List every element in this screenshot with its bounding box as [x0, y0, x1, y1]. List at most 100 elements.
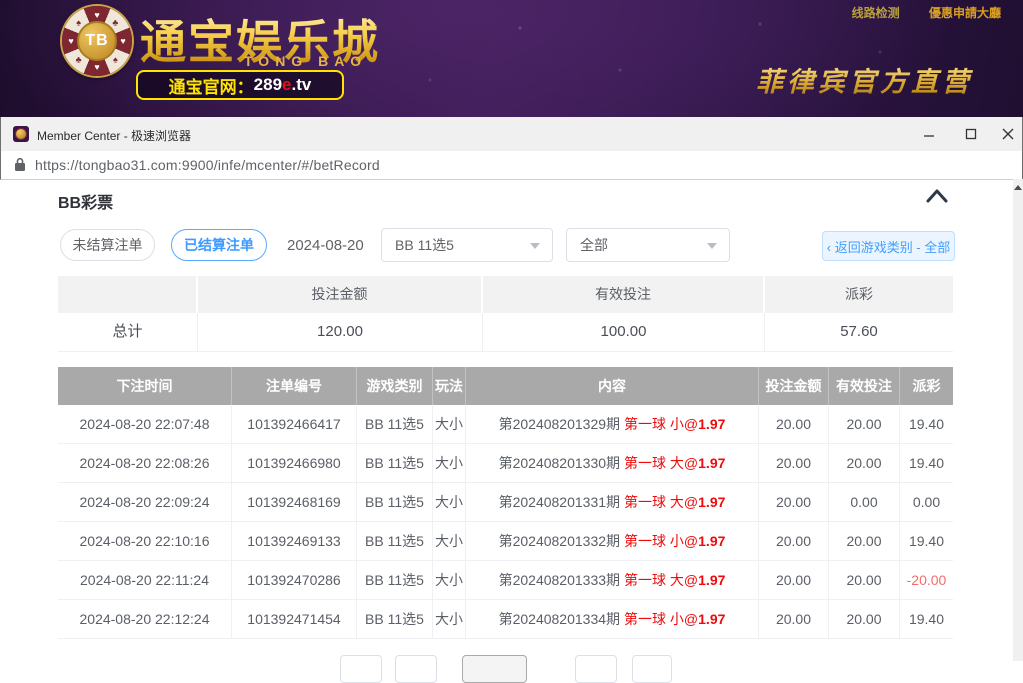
cell-bet-amount: 20.00	[759, 405, 829, 444]
browser-title-bar[interactable]: Member Center - 极速浏览器	[0, 117, 1023, 152]
cell-content: 第202408201331期第一球 大@1.97	[466, 483, 759, 522]
cell-valid-bet: 20.00	[829, 405, 900, 444]
pagination-prev-button[interactable]	[395, 655, 437, 683]
table-row: 2024-08-20 22:10:16 101392469133 BB 11选5…	[58, 522, 953, 561]
cell-content: 第202408201329期第一球 小@1.97	[466, 405, 759, 444]
pagination-next-button[interactable]	[575, 655, 617, 683]
window-title: Member Center - 极速浏览器	[37, 127, 191, 144]
summary-total-row: 总计 120.00 100.00 57.60	[58, 313, 953, 352]
cell-bet-time: 2024-08-20 22:10:16	[58, 522, 232, 561]
cell-payout: -20.00	[900, 561, 953, 600]
official-site-number: 289	[254, 75, 282, 95]
cell-play-type: 大小	[433, 600, 466, 639]
cell-valid-bet: 20.00	[829, 444, 900, 483]
content-pick: 第一球 小@	[624, 611, 698, 627]
header-play-type: 玩法	[433, 367, 466, 405]
game-select-value: BB 11选5	[395, 235, 454, 255]
cell-game-category: BB 11选5	[357, 405, 433, 444]
cell-bet-amount: 20.00	[759, 522, 829, 561]
summary-header-row: 投注金额 有效投注 派彩	[58, 276, 953, 313]
summary-total-valid: 100.00	[483, 313, 765, 352]
chevron-up-icon	[925, 188, 949, 204]
summary-total-bet: 120.00	[198, 313, 483, 352]
content-pick: 第一球 小@	[624, 416, 698, 432]
table-row: 2024-08-20 22:11:24 101392470286 BB 11选5…	[58, 561, 953, 600]
collapse-section-button[interactable]	[925, 188, 949, 206]
tab-unsettled-bets[interactable]: 未结算注单	[60, 229, 155, 261]
summary-header-empty	[58, 276, 198, 313]
content-pick: 第一球 大@	[624, 455, 698, 471]
cell-order-id: 101392469133	[232, 522, 357, 561]
pagination-last-button[interactable]	[632, 655, 672, 683]
poker-chip-logo: ♥ ♥ ♥ ♥ ♣ ♠ ♣ ♠ TB	[62, 6, 132, 76]
heart-icon: ♥	[91, 9, 103, 21]
cell-game-category: BB 11选5	[357, 561, 433, 600]
back-to-game-category-button[interactable]: ‹ 返回游戏类别 - 全部	[822, 231, 955, 261]
cell-valid-bet: 0.00	[829, 483, 900, 522]
pagination-first-button[interactable]	[340, 655, 382, 683]
filter-select[interactable]: 全部	[566, 228, 730, 262]
cell-bet-amount: 20.00	[759, 483, 829, 522]
cell-bet-time: 2024-08-20 22:08:26	[58, 444, 232, 483]
official-site-e: e	[282, 75, 291, 95]
content-odds: 1.97	[698, 611, 725, 627]
cell-valid-bet: 20.00	[829, 561, 900, 600]
cell-payout: 19.40	[900, 600, 953, 639]
table-header-row: 下注时间 注单编号 游戏类别 玩法 内容 投注金额 有效投注 派彩	[58, 367, 953, 405]
cell-game-category: BB 11选5	[357, 522, 433, 561]
table-row: 2024-08-20 22:09:24 101392468169 BB 11选5…	[58, 483, 953, 522]
cell-content: 第202408201330期第一球 大@1.97	[466, 444, 759, 483]
heart-icon: ♥	[91, 61, 103, 73]
header-valid-bet: 有效投注	[829, 367, 900, 405]
url-text[interactable]: https://tongbao31.com:9900/infe/mcenter/…	[35, 157, 380, 173]
cell-bet-time: 2024-08-20 22:11:24	[58, 561, 232, 600]
cell-bet-time: 2024-08-20 22:09:24	[58, 483, 232, 522]
header-content: 内容	[466, 367, 759, 405]
minimize-button[interactable]	[914, 125, 944, 143]
official-slogan: 菲律宾官方直营	[756, 60, 973, 99]
cell-bet-amount: 20.00	[759, 444, 829, 483]
cell-content: 第202408201333期第一球 大@1.97	[466, 561, 759, 600]
cell-payout: 19.40	[900, 405, 953, 444]
cell-play-type: 大小	[433, 522, 466, 561]
cell-order-id: 101392466417	[232, 405, 357, 444]
official-site-tld: .tv	[292, 75, 312, 95]
lock-icon	[14, 157, 26, 172]
content-period: 第202408201333期	[499, 572, 620, 588]
cell-play-type: 大小	[433, 483, 466, 522]
address-bar[interactable]: https://tongbao31.com:9900/infe/mcenter/…	[0, 151, 1023, 180]
content-period: 第202408201331期	[499, 494, 620, 510]
cell-play-type: 大小	[433, 561, 466, 600]
summary-header-payout: 派彩	[765, 276, 953, 313]
official-site-label: 通宝官网：	[169, 73, 254, 98]
cell-game-category: BB 11选5	[357, 600, 433, 639]
maximize-button[interactable]	[956, 125, 986, 143]
cell-valid-bet: 20.00	[829, 600, 900, 639]
header-order-id: 注单编号	[232, 367, 357, 405]
summary-total-payout: 57.60	[765, 313, 953, 352]
official-site-badge: 通宝官网： 289 e .tv	[136, 70, 344, 100]
content-period: 第202408201329期	[499, 416, 620, 432]
close-button[interactable]	[993, 125, 1023, 143]
caret-down-icon	[530, 243, 540, 249]
summary-header-valid-bet: 有效投注	[483, 276, 765, 313]
pagination-page-indicator[interactable]	[462, 655, 527, 683]
cell-order-id: 101392468169	[232, 483, 357, 522]
summary-total-label: 总计	[58, 313, 198, 352]
date-picker[interactable]: 2024-08-20	[287, 237, 364, 254]
heart-icon: ♥	[117, 35, 129, 47]
game-select[interactable]: BB 11选5	[381, 228, 553, 262]
cell-play-type: 大小	[433, 405, 466, 444]
cell-content: 第202408201332期第一球 小@1.97	[466, 522, 759, 561]
scroll-up-arrow-icon[interactable]	[1014, 185, 1022, 190]
line-check-link[interactable]: 线路检测	[852, 6, 900, 20]
promo-hall-link[interactable]: 優惠申請大廳	[929, 6, 1001, 20]
spade-icon: ♠	[109, 53, 121, 65]
site-logo-subtitle: TONG BAO	[244, 53, 367, 69]
vertical-scrollbar[interactable]	[1013, 179, 1023, 661]
table-row: 2024-08-20 22:07:48 101392466417 BB 11选5…	[58, 405, 953, 444]
content-odds: 1.97	[698, 572, 725, 588]
content-pick: 第一球 小@	[624, 533, 698, 549]
content-odds: 1.97	[698, 416, 725, 432]
tab-settled-bets[interactable]: 已结算注单	[171, 229, 267, 261]
